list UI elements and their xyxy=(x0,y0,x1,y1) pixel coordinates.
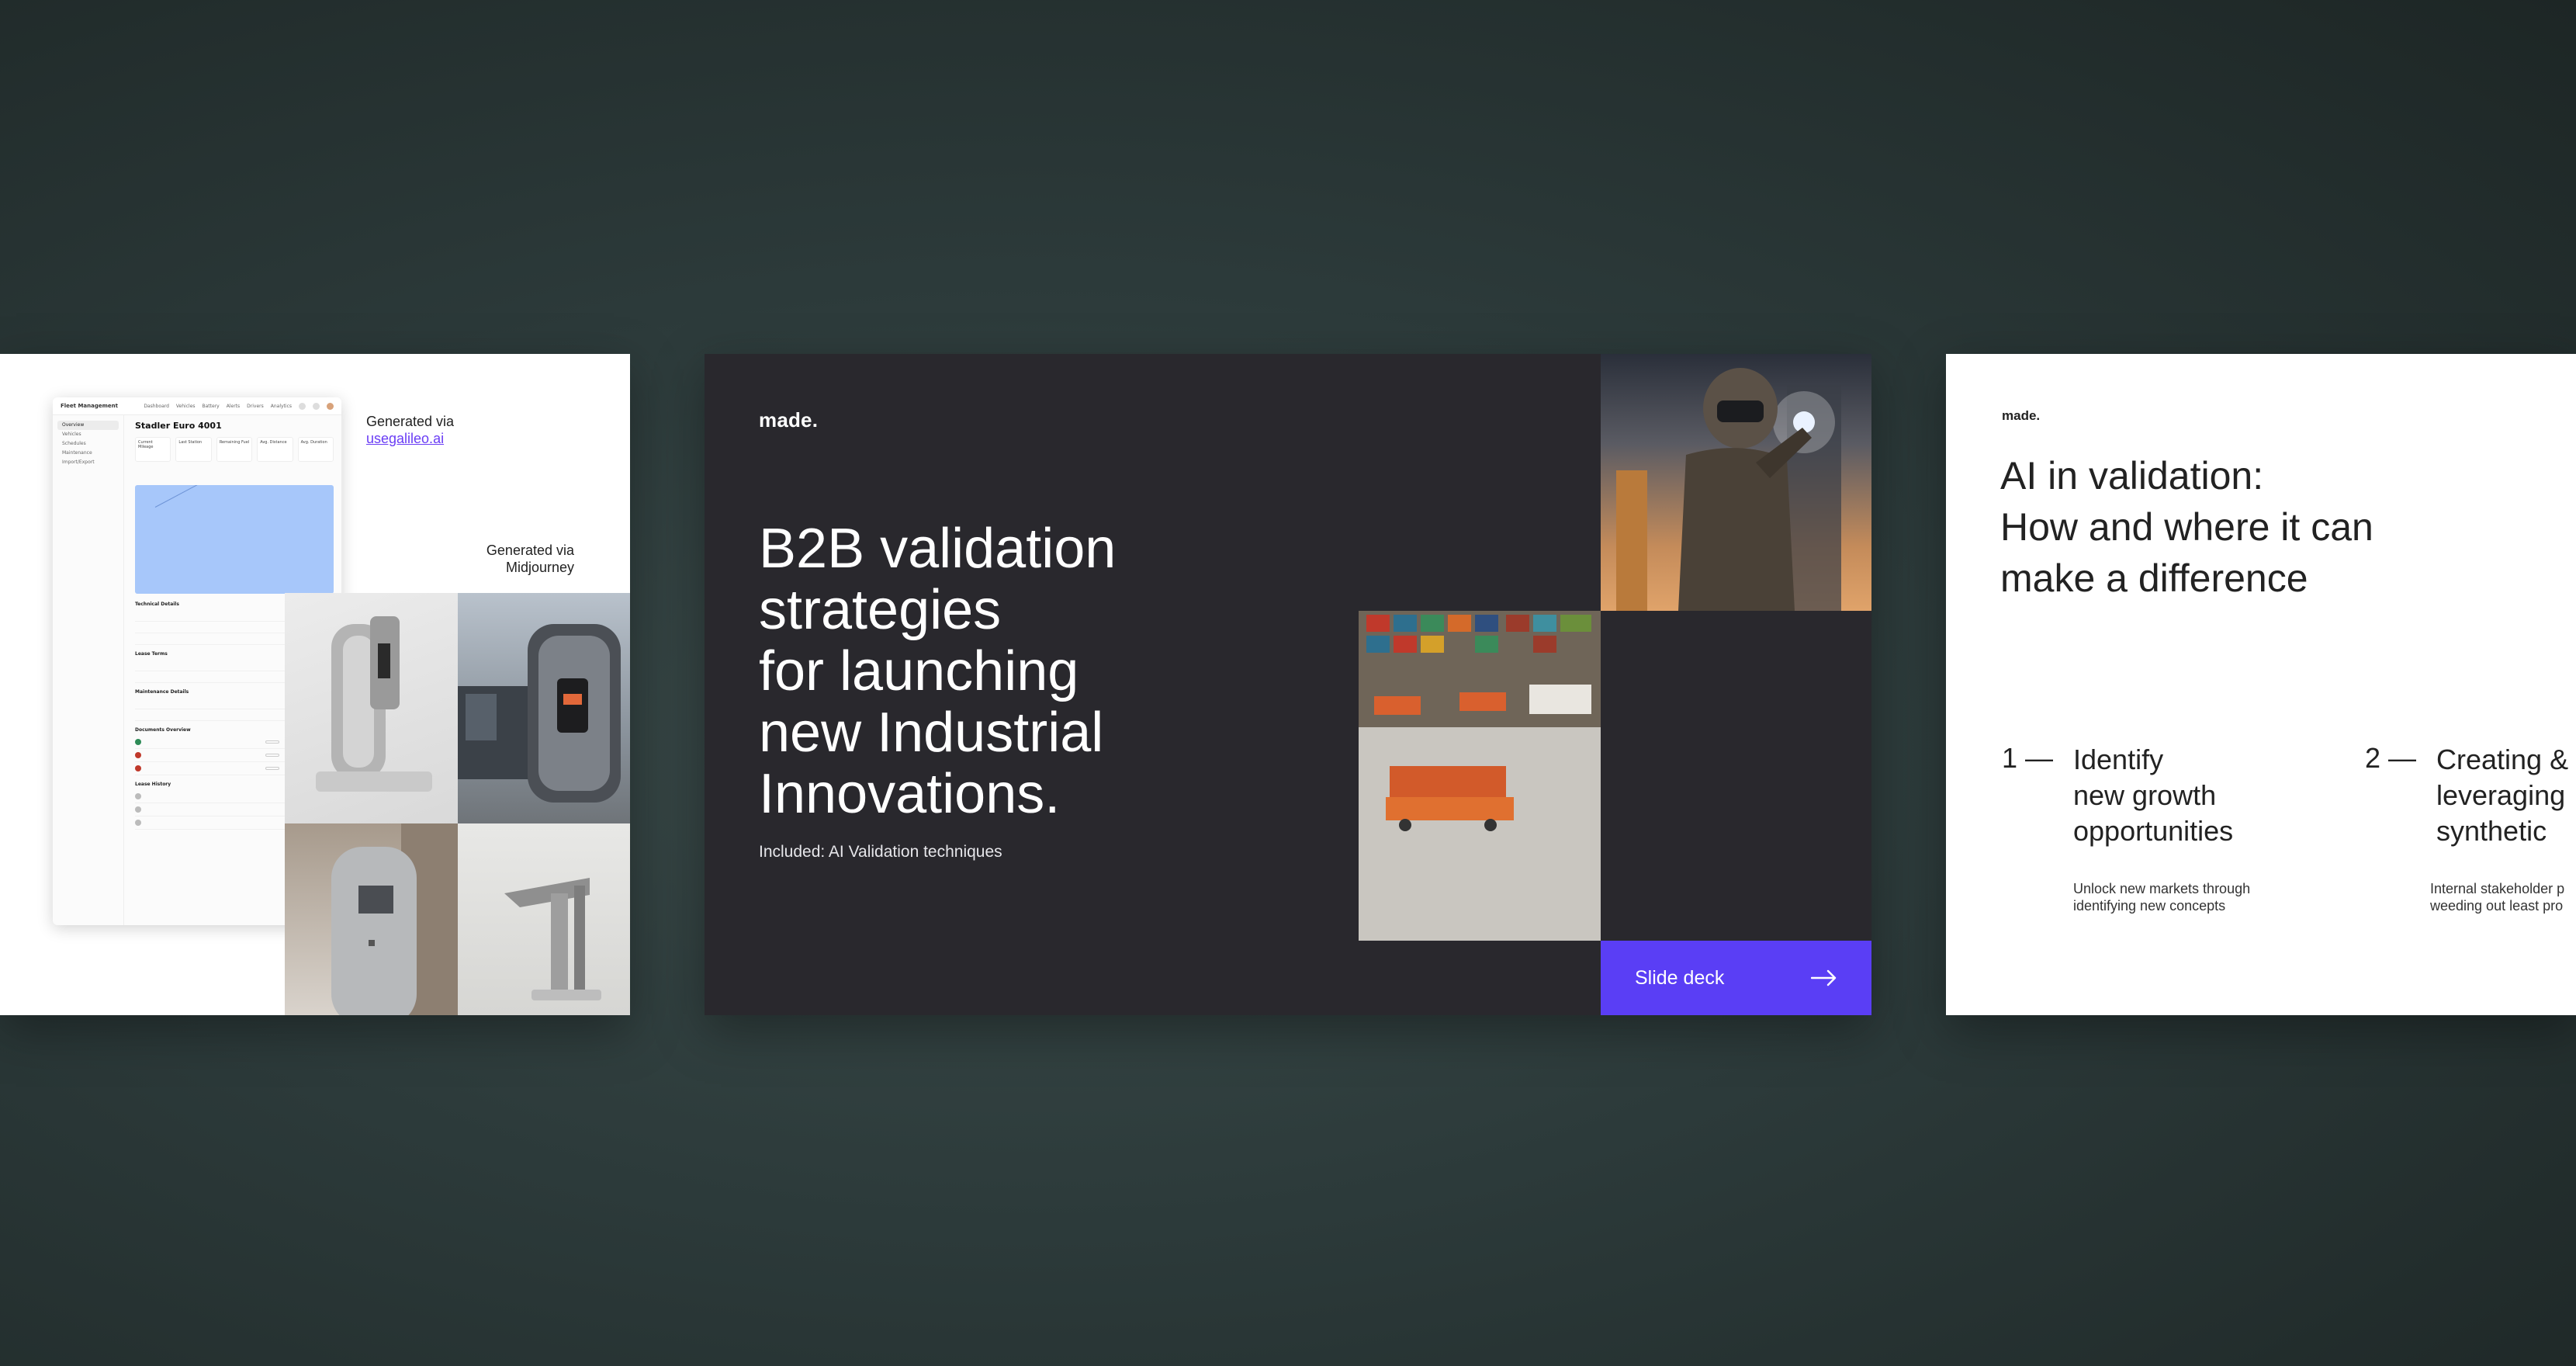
port-illustration xyxy=(1359,611,1601,941)
kiosk-illustration xyxy=(331,823,458,1015)
slide-title: B2B validation strategies for launching … xyxy=(759,518,1117,825)
item-description: Unlock new markets through identifying n… xyxy=(2073,881,2251,914)
slide-title: AI in validation: How and where it can m… xyxy=(2000,454,2373,600)
mock-nav-item: Dashboard xyxy=(144,403,169,409)
made-logo: made. xyxy=(2002,408,2041,423)
truck-charger-illustration xyxy=(458,624,621,803)
charger-image-1 xyxy=(285,593,458,823)
generated-via-galileo: Generated via usegalileo.ai xyxy=(366,413,454,447)
generated-image-grid xyxy=(285,593,630,1015)
mock-nav-item: Drivers xyxy=(247,403,264,409)
galileo-link[interactable]: usegalileo.ai xyxy=(366,431,444,446)
slide-deck-label: Slide deck xyxy=(1635,966,1725,989)
mock-nav-item: Vehicles xyxy=(175,403,196,409)
station-illustration xyxy=(504,878,601,1000)
mock-stat: Avg. Distance xyxy=(257,437,293,462)
slide-preview-left[interactable]: Fleet Management Dashboard Vehicles Batt… xyxy=(0,354,630,1015)
mock-map xyxy=(135,485,334,594)
mock-nav-item: Battery xyxy=(202,403,220,409)
mock-brand: Fleet Management xyxy=(61,403,118,409)
item-description: Internal stakeholder p weeding out least… xyxy=(2430,881,2565,914)
mock-settings-icon xyxy=(299,402,306,410)
mock-sidebar: Overview Vehicles Schedules Maintenance … xyxy=(53,414,124,925)
slide-preview-center[interactable]: made. B2B validation strategies for laun… xyxy=(705,354,1871,1015)
mock-nav: Dashboard Vehicles Battery Alerts Driver… xyxy=(144,402,334,410)
mock-sidebar-item: Maintenance xyxy=(62,450,92,456)
welder-photo xyxy=(1601,354,1871,611)
generated-via-label: Generated via xyxy=(366,414,455,429)
mock-bell-icon xyxy=(313,402,320,410)
shipping-port-photo xyxy=(1359,611,1601,941)
mock-stat: Remaining Fuel xyxy=(216,437,253,462)
mock-nav-item: Analytics xyxy=(270,403,292,409)
charger-image-2 xyxy=(458,593,630,823)
slide-subtitle: Included: AI Validation techniques xyxy=(759,843,1002,861)
mock-vehicle-title: Stadler Euro 4001 xyxy=(135,421,222,431)
slide-deck-button[interactable]: Slide deck xyxy=(1601,941,1871,1015)
mock-stat: Avg. Duration xyxy=(297,437,334,462)
item-heading: Identify new growth opportunities xyxy=(2073,744,2234,847)
charger-illustration xyxy=(316,616,432,792)
welder-illustration xyxy=(1616,368,1841,611)
mock-sidebar-item: Import/Export xyxy=(62,459,95,465)
generated-via-midjourney: Generated via Midjourney xyxy=(486,543,574,575)
item-heading: Creating & leveraging synthetic xyxy=(2436,744,2569,847)
slide-preview-right[interactable]: made. AI in validation: How and where it… xyxy=(1946,354,2576,1015)
charger-image-4 xyxy=(458,823,630,1015)
mock-topbar: Fleet Management Dashboard Vehicles Batt… xyxy=(53,397,341,415)
mock-sidebar-item: Overview xyxy=(57,421,119,430)
mock-sidebar-item: Vehicles xyxy=(62,432,81,437)
mock-stat: Last Station xyxy=(175,437,212,462)
mock-avatar xyxy=(327,402,334,410)
arrow-right-icon xyxy=(1811,969,1837,986)
mock-stat: Current Mileage xyxy=(135,437,171,462)
mock-stats: Current Mileage Last Station Remaining F… xyxy=(135,437,334,462)
made-logo: made. xyxy=(759,408,819,432)
mock-nav-item: Alerts xyxy=(226,403,241,409)
item-number: 1 — xyxy=(2002,742,2054,774)
mock-sidebar-item: Schedules xyxy=(62,441,86,446)
charger-image-3 xyxy=(285,823,458,1015)
item-number: 2 — xyxy=(2365,742,2417,774)
